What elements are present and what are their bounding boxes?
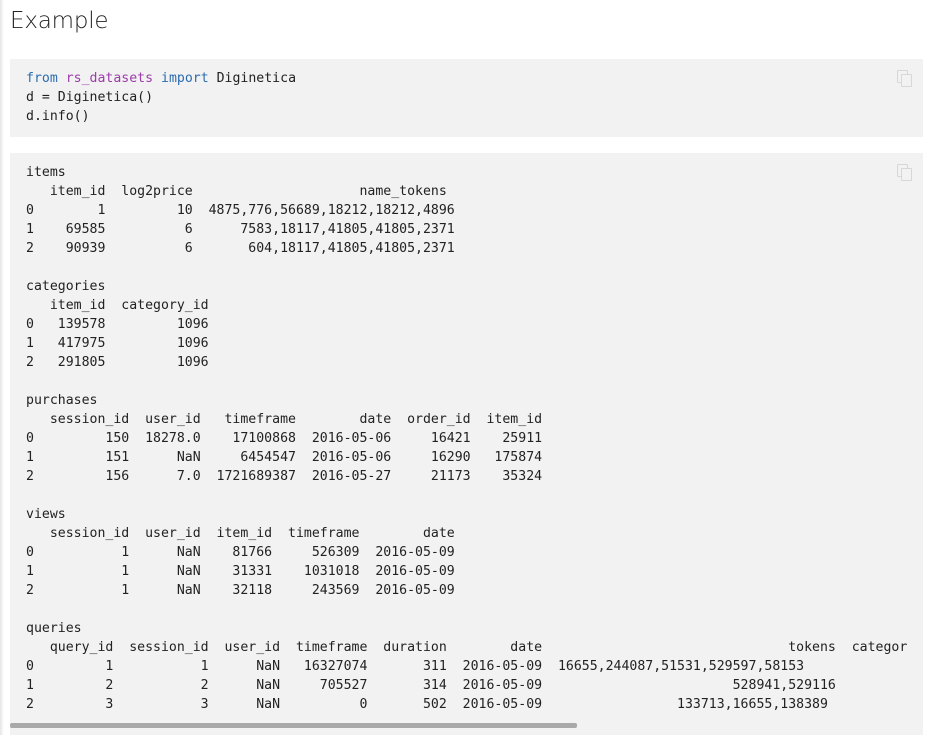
- section-title: views: [26, 507, 66, 522]
- table-row: 2 1 NaN 32118 243569 2016-05-09: [26, 583, 455, 598]
- table-row: 2 156 7.0 1721689387 2016-05-27 21173 35…: [26, 469, 543, 484]
- left-edge-shadow: [0, 0, 4, 735]
- section-title: items: [26, 165, 66, 180]
- code-line-3: d.info(): [26, 109, 90, 124]
- table-header: session_id user_id timeframe date order_…: [26, 412, 543, 427]
- table-header: query_id session_id user_id timeframe du…: [26, 640, 908, 655]
- table-row: 1 417975 1096: [26, 336, 209, 351]
- code-block: from rs_datasets import Diginetica d = D…: [10, 59, 923, 137]
- table-row: 0 1 1 NaN 16327074 311 2016-05-09 16655,…: [26, 659, 805, 674]
- table-header: item_id category_id: [26, 298, 209, 313]
- copy-code-button[interactable]: [897, 70, 912, 87]
- table-row: 0 139578 1096: [26, 317, 209, 332]
- section-title: purchases: [26, 393, 98, 408]
- table-row: 0 1 10 4875,776,56689,18212,18212,4896: [26, 203, 455, 218]
- output-block[interactable]: items item_id log2price name_tokens 0 1 …: [10, 153, 923, 735]
- code-keyword-import: import: [161, 71, 209, 86]
- table-row: 2 3 3 NaN 0 502 2016-05-09 133713,16655,…: [26, 697, 828, 712]
- table-header: item_id log2price name_tokens: [26, 184, 447, 199]
- output-content: items item_id log2price name_tokens 0 1 …: [10, 153, 923, 724]
- code-line-2: d = Diginetica(): [26, 90, 154, 105]
- code-module-name: rs_datasets: [65, 71, 154, 86]
- table-row: 1 1 NaN 31331 1031018 2016-05-09: [26, 564, 455, 579]
- table-row: 2 291805 1096: [26, 355, 209, 370]
- table-row: 1 151 NaN 6454547 2016-05-06 16290 17587…: [26, 450, 543, 465]
- table-row: 2 90939 6 604,18117,41805,41805,2371: [26, 241, 455, 256]
- code-content: from rs_datasets import Diginetica d = D…: [10, 59, 923, 136]
- horizontal-scrollbar-thumb[interactable]: [10, 723, 577, 728]
- code-import-name: Diginetica: [216, 71, 297, 86]
- copy-output-button[interactable]: [897, 164, 912, 181]
- table-header: session_id user_id item_id timeframe dat…: [26, 526, 455, 541]
- table-row: 1 69585 6 7583,18117,41805,41805,2371: [26, 222, 455, 237]
- table-row: 0 1 NaN 81766 526309 2016-05-09: [26, 545, 455, 560]
- section-heading: Example: [10, 8, 109, 34]
- section-title: categories: [26, 279, 106, 294]
- table-row: 0 150 18278.0 17100868 2016-05-06 16421 …: [26, 431, 543, 446]
- section-title: queries: [26, 621, 82, 636]
- code-keyword-from: from: [26, 71, 58, 86]
- table-row: 1 2 2 NaN 705527 314 2016-05-09 528941,5…: [26, 678, 836, 693]
